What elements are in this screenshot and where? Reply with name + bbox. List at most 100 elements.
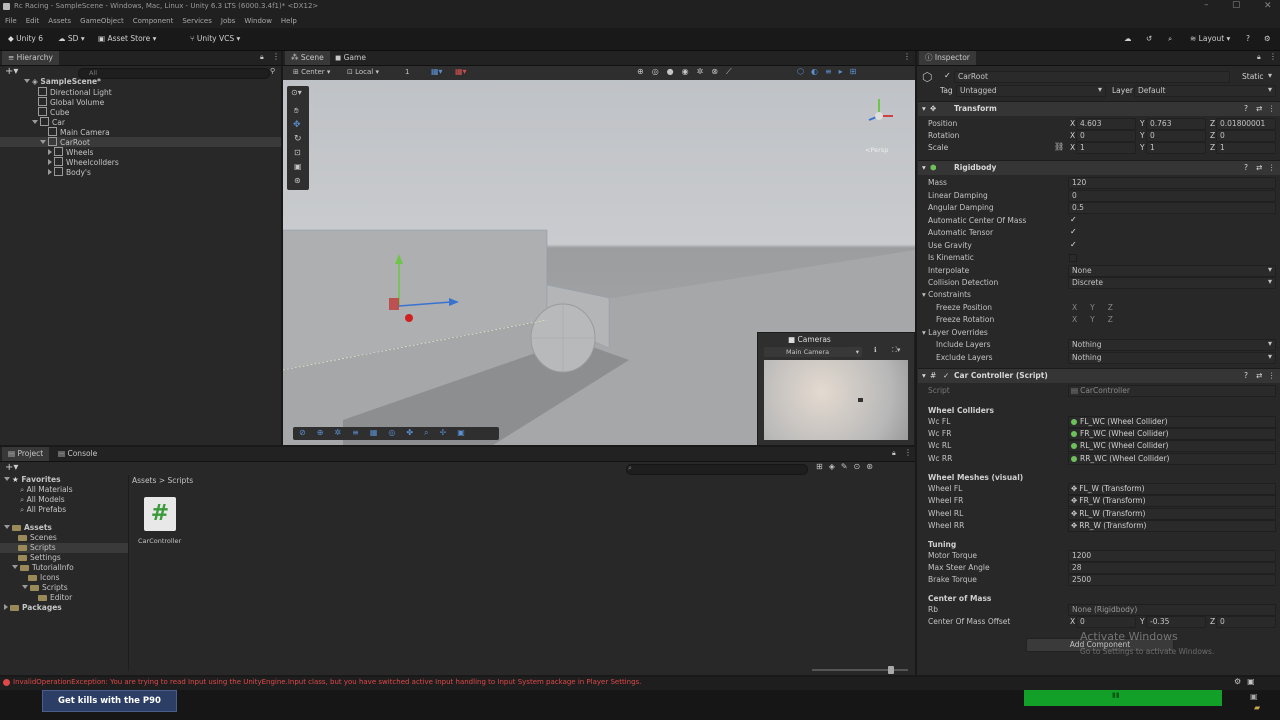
camera-expand-icon[interactable]: ⛶▾ (892, 346, 900, 355)
freeze-rotation-z[interactable]: Z (1108, 315, 1116, 324)
freeze-position-x[interactable]: X (1072, 303, 1080, 312)
linear-damping-field[interactable]: 0 (1068, 190, 1276, 202)
freeze-rotation-axes[interactable]: X Y Z (1072, 315, 1116, 324)
rotation-y-field[interactable]: 0 (1146, 130, 1206, 142)
component-menu-icon[interactable]: ⋮ (1268, 104, 1276, 113)
expand-icon[interactable] (32, 120, 38, 124)
layer-overrides-label[interactable]: ▾ Layer Overrides (922, 328, 988, 337)
file-tile-carcontroller[interactable]: # CarController (138, 497, 184, 549)
settings-icon[interactable]: ⚙ (1264, 32, 1271, 46)
close-icon[interactable]: ✕ (1264, 1, 1272, 11)
grid-visibility-icon[interactable]: ▦▾ (455, 67, 467, 76)
rotate-tool-icon[interactable]: ↻ (294, 134, 302, 144)
expand-icon[interactable] (12, 565, 18, 569)
history-icon[interactable]: ↺ (1146, 32, 1152, 46)
account-button[interactable]: ◆ Unity 6 (8, 32, 43, 46)
expand-icon[interactable]: ▾ (922, 163, 926, 172)
help-icon[interactable]: ? (1244, 371, 1248, 380)
tab-console[interactable]: ▤ Console (52, 447, 103, 461)
transform-tool-icon[interactable]: ⊛ (294, 176, 301, 185)
wc-fr-field[interactable]: FR_WC (Wheel Collider) (1068, 428, 1276, 440)
scale-z-field[interactable]: 1 (1216, 142, 1276, 154)
tab-scene[interactable]: ⁂ Scene (285, 51, 330, 65)
favorite-all-materials[interactable]: ⌕ All Materials (20, 485, 73, 495)
help-icon[interactable]: ? (1246, 32, 1250, 46)
component-menu-icon[interactable]: ⋮ (1268, 163, 1276, 172)
zoom-slider[interactable] (812, 666, 908, 674)
persp-label[interactable]: <Persp (865, 146, 888, 154)
tag-dropdown[interactable]: Untagged ▾ (956, 85, 1106, 97)
folder-editor[interactable]: Editor (38, 593, 72, 602)
hierarchy-options-icon[interactable]: ⚲ (270, 67, 275, 75)
vcs-button[interactable]: ⑂ Unity VCS ▾ (190, 32, 240, 46)
exclude-layers-dropdown[interactable]: Nothing ▾ (1068, 352, 1276, 364)
lock-icon[interactable]: 🔒︎ (260, 53, 264, 62)
layer-dropdown[interactable]: Default ▾ (1134, 85, 1276, 97)
favorite-all-prefabs[interactable]: ⌕ All Prefabs (20, 505, 66, 515)
wc-fl-field[interactable]: FL_WC (Wheel Collider) (1068, 416, 1276, 428)
menu-gameobject[interactable]: GameObject (80, 17, 124, 25)
scale-x-field[interactable]: 1 (1076, 142, 1136, 154)
expand-icon[interactable]: ▾ (922, 371, 926, 380)
lock-icon[interactable]: 🔒︎ (1257, 53, 1261, 62)
rect-tool-icon[interactable]: ▣ (294, 162, 302, 171)
enabled-checkbox[interactable]: ✓ (943, 371, 949, 380)
hierarchy-search-input[interactable]: All (78, 68, 270, 79)
menu-jobs[interactable]: Jobs (221, 17, 235, 25)
overlay-tools-icons[interactable]: ⊘⊕✲≡▦◎✤⌕✢▣ (299, 428, 476, 438)
folder-settings[interactable]: Settings (18, 553, 61, 562)
angular-damping-field[interactable]: 0.5 (1068, 202, 1276, 214)
menu-edit[interactable]: Edit (26, 17, 40, 25)
layout-button[interactable]: ≋ Layout ▾ (1190, 32, 1230, 46)
breadcrumb-assets[interactable]: Assets (132, 476, 156, 485)
auto-tensor-checkbox[interactable]: ✓ (1070, 227, 1077, 236)
rigidbody-header[interactable]: ▾ ⬢ Rigidbody ? ⇄ ⋮ (918, 160, 1280, 175)
object-name-field[interactable]: CarRoot (954, 71, 1230, 83)
snap-value[interactable]: 1 (405, 68, 409, 76)
is-kinematic-checkbox[interactable] (1069, 254, 1077, 262)
assets-header[interactable]: Assets (4, 523, 52, 532)
orientation-gizmo[interactable] (861, 94, 901, 134)
search-icon[interactable]: ⌕ (1168, 32, 1172, 46)
tab-project[interactable]: ▤ Project (2, 447, 50, 461)
scene-view-options[interactable]: ⊕◎●◉✲⊗⟋ (637, 67, 740, 77)
packages-header[interactable]: Packages (4, 603, 62, 612)
wheel-fl-field[interactable]: ✥ FL_W (Transform) (1068, 483, 1276, 495)
static-toggle[interactable]: Static (1242, 72, 1263, 81)
scene-viewport[interactable]: ⊙▾ ✋︎ ✥ ↻ ⊡ ▣ ⊛ <Persp ■ Cameras Main Ca… (283, 80, 915, 445)
com-offset-x-field[interactable]: 0 (1076, 616, 1136, 628)
status-bar[interactable]: InvalidOperationException: You are tryin… (0, 677, 1280, 690)
rotation-z-field[interactable]: 0 (1216, 130, 1276, 142)
zoom-handle[interactable] (888, 666, 894, 674)
hierarchy-item-wheels[interactable]: Wheels (48, 147, 93, 157)
expand-icon[interactable] (4, 525, 10, 529)
pivot-dropdown[interactable]: ⊞ Center ▾ (293, 68, 330, 76)
max-steer-angle-field[interactable]: 28 (1068, 562, 1276, 574)
com-offset-y-field[interactable]: -0.35 (1146, 616, 1206, 628)
position-x-field[interactable]: 4.603 (1076, 118, 1136, 130)
camera-settings-icon[interactable]: ℹ (874, 346, 877, 354)
folder-tutorial-scripts[interactable]: Scripts (22, 583, 68, 592)
more-icon[interactable]: ⋮ (904, 448, 912, 457)
expand-icon[interactable]: ▾ (922, 104, 926, 113)
expand-icon[interactable] (22, 585, 28, 589)
collapse-icon[interactable] (48, 159, 52, 165)
breadcrumb-scripts[interactable]: Scripts (167, 476, 193, 485)
project-filter-icons[interactable]: ⊞◈✎⊙⊛ (816, 462, 879, 471)
minimize-icon[interactable]: ▢ (1232, 0, 1241, 10)
folder-tutorialinfo[interactable]: TutorialInfo (12, 563, 74, 572)
tab-inspector[interactable]: ⓘ Inspector (919, 51, 976, 65)
ad-banner[interactable]: Get kills with the P90 (42, 690, 177, 712)
hand-tool-icon[interactable]: ✋︎ (294, 106, 299, 116)
menu-services[interactable]: Services (182, 17, 212, 25)
rb-field[interactable]: None (Rigidbody) (1068, 604, 1276, 616)
brake-torque-field[interactable]: 2500 (1068, 574, 1276, 586)
status-icons[interactable]: ⚙▣ (1234, 677, 1261, 686)
constraints-label[interactable]: ▾ Constraints (922, 290, 971, 299)
com-offset-z-field[interactable]: 0 (1216, 616, 1276, 628)
auto-center-of-mass-checkbox[interactable]: ✓ (1070, 215, 1077, 224)
wheel-fr-field[interactable]: ✥ FR_W (Transform) (1068, 495, 1276, 507)
tab-hierarchy[interactable]: ≡ Hierarchy (2, 51, 59, 65)
folder-scripts[interactable]: Scripts (18, 543, 56, 552)
presets-icon[interactable]: ⇄ (1256, 163, 1262, 172)
